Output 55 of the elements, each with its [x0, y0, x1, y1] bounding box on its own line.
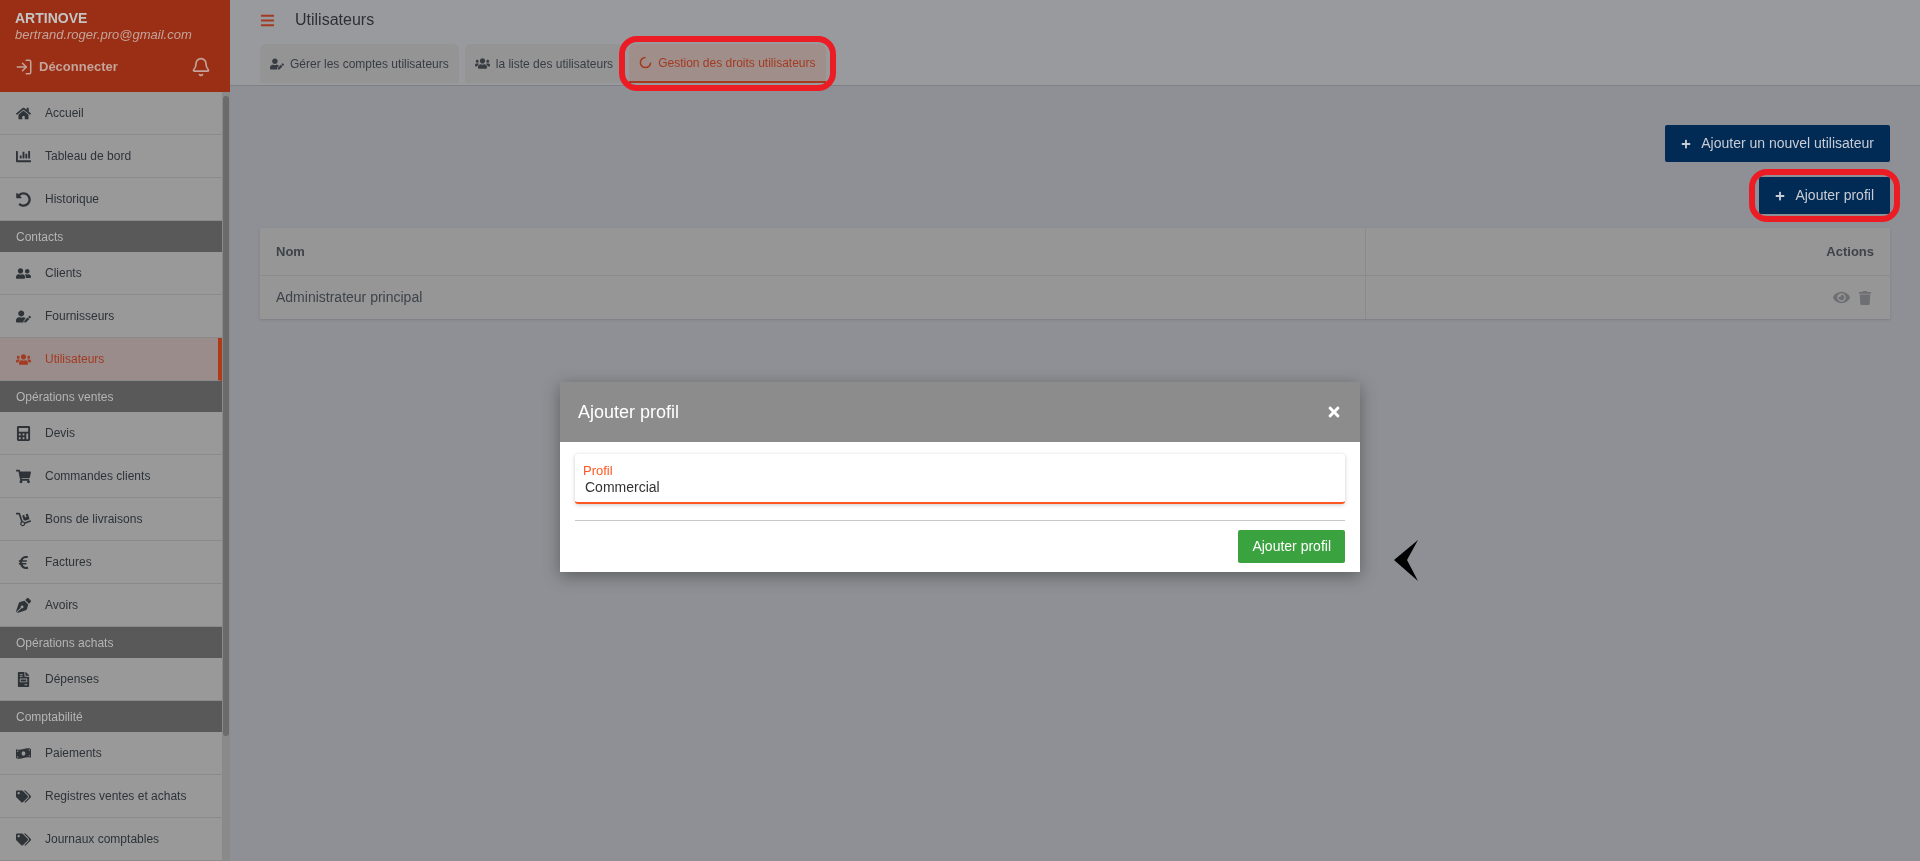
tab[interactable]: Gérer les comptes utilisateurs: [260, 44, 459, 83]
home-icon: [16, 105, 31, 121]
sidebar-item[interactable]: Journaux comptables: [0, 818, 222, 861]
bar-chart-icon: [16, 148, 31, 164]
plus-icon: [1681, 138, 1692, 149]
logout-icon: [15, 58, 33, 76]
view-icon[interactable]: [1833, 289, 1850, 306]
plus-icon: [1775, 190, 1786, 201]
hand-truck-icon: [16, 511, 31, 527]
page-title: Utilisateurs: [295, 10, 375, 30]
dialog-title: Ajouter profil: [578, 400, 680, 424]
users-icon: [474, 56, 490, 71]
submit-button[interactable]: Ajouter profil: [1238, 530, 1345, 563]
user-email: bertrand.roger.pro@gmail.com: [15, 27, 193, 43]
sidebar-item[interactable]: Fournisseurs: [0, 295, 222, 338]
document-icon: [16, 671, 31, 687]
add-button[interactable]: Ajouter profil: [1759, 177, 1890, 214]
pointer-arrowhead-icon: [1394, 540, 1418, 581]
user-edit-icon: [270, 56, 284, 71]
notification-bell-icon[interactable]: [191, 57, 211, 77]
sidebar-item[interactable]: Registres ventes et achats: [0, 775, 222, 818]
money-icon: [16, 745, 31, 761]
field-label: Profil: [583, 463, 613, 478]
logout-button[interactable]: Déconnecter: [15, 57, 118, 77]
sidebar-item[interactable]: Tableau de bord: [0, 135, 222, 178]
sidebar-item[interactable]: Commandes clients: [0, 455, 222, 498]
menu-icon[interactable]: [260, 12, 275, 28]
scrollbar-thumb[interactable]: [223, 96, 229, 736]
company-name: ARTINOVE: [15, 9, 89, 27]
sidebar-item[interactable]: Factures: [0, 541, 222, 584]
column-header: Nom: [260, 228, 1366, 275]
trash-icon[interactable]: [1858, 290, 1872, 305]
tags-icon: [16, 831, 31, 847]
profile-field[interactable]: Profil Commercial: [575, 454, 1345, 504]
sidebar-item[interactable]: Clients: [0, 252, 222, 295]
sidebar-item[interactable]: Devis: [0, 412, 222, 455]
pen-icon: [16, 597, 31, 613]
sidebar-item[interactable]: Historique: [0, 178, 222, 221]
sidebar-item[interactable]: Dépenses: [0, 658, 222, 701]
tags-icon: [16, 788, 31, 804]
tab[interactable]: la liste des utilisateurs: [464, 44, 624, 83]
undo-icon: [16, 191, 31, 207]
close-button[interactable]: [1326, 404, 1342, 420]
table-cell: Administrateur principal: [260, 276, 1366, 319]
sidebar-item[interactable]: Bons de livraisons: [0, 498, 222, 541]
add-button[interactable]: Ajouter un nouvel utilisateur: [1665, 125, 1890, 162]
sidebar-item[interactable]: Paiements: [0, 732, 222, 775]
column-header: Actions: [1825, 242, 1875, 261]
euro-icon: [16, 554, 31, 570]
users-icon: [16, 351, 31, 367]
spinner-icon: [639, 56, 653, 69]
cart-icon: [16, 468, 31, 484]
sidebar-item[interactable]: Avoirs: [0, 584, 222, 627]
sidebar-item[interactable]: Accueil: [0, 92, 222, 135]
calculator-icon: [16, 425, 31, 441]
